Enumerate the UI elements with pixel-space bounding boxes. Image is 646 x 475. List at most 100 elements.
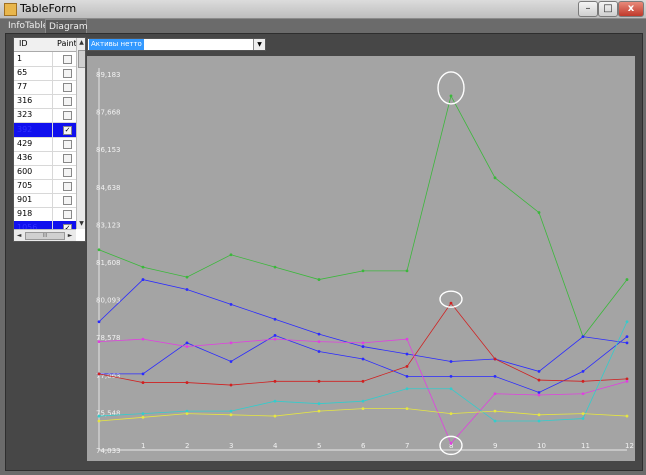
data-point bbox=[537, 211, 541, 214]
cell-divider bbox=[52, 193, 53, 207]
data-point bbox=[229, 253, 233, 257]
paint-checkbox[interactable] bbox=[63, 97, 72, 107]
paint-checkbox[interactable] bbox=[63, 181, 72, 191]
data-point bbox=[405, 352, 409, 356]
x-tick-label: 1 bbox=[141, 442, 145, 450]
app-icon bbox=[4, 3, 17, 16]
paint-checkbox[interactable] bbox=[63, 153, 72, 163]
column-header-id[interactable]: ID bbox=[19, 39, 28, 48]
table-row[interactable]: 918 bbox=[14, 207, 76, 223]
scroll-down-icon[interactable]: ▼ bbox=[78, 220, 85, 228]
scroll-left-icon[interactable]: ◄ bbox=[15, 231, 23, 240]
vertical-scrollbar[interactable]: ▲ ▼ bbox=[76, 38, 85, 229]
data-point bbox=[361, 379, 365, 383]
table-row[interactable]: 323 bbox=[14, 108, 76, 124]
close-button[interactable]: x bbox=[618, 1, 644, 17]
data-point bbox=[625, 379, 629, 383]
x-tick-label: 5 bbox=[317, 442, 321, 450]
x-tick-label: 2 bbox=[185, 442, 189, 450]
data-point bbox=[229, 341, 233, 345]
paint-checkbox[interactable] bbox=[63, 55, 72, 64]
paint-checkbox[interactable] bbox=[63, 210, 72, 220]
id-grid[interactable]: ID Paint 1 65 77 316 323 392 ✓ 429 436 600 705 901 9… bbox=[13, 37, 86, 242]
data-point bbox=[361, 407, 365, 411]
paint-checkbox[interactable] bbox=[63, 83, 72, 93]
table-row[interactable]: 705 bbox=[14, 178, 76, 194]
minimize-button[interactable]: – bbox=[578, 1, 598, 17]
table-row[interactable]: 392 ✓ bbox=[14, 122, 76, 138]
data-point bbox=[537, 413, 541, 417]
paint-checkbox[interactable]: ✓ bbox=[63, 125, 72, 135]
data-point bbox=[493, 357, 497, 361]
scroll-up-icon[interactable]: ▲ bbox=[78, 39, 85, 47]
data-point bbox=[537, 419, 541, 423]
data-point bbox=[493, 374, 497, 378]
table-row[interactable]: 901 bbox=[14, 193, 76, 208]
tab-diagram[interactable]: Diagram bbox=[45, 19, 88, 34]
horizontal-scroll-thumb[interactable]: III bbox=[25, 232, 65, 240]
row-id: 65 bbox=[17, 68, 28, 78]
row-id: 600 bbox=[17, 166, 33, 176]
data-point bbox=[625, 320, 629, 324]
table-row[interactable]: 77 bbox=[14, 80, 76, 96]
paint-checkbox[interactable] bbox=[63, 111, 72, 121]
data-point bbox=[97, 248, 101, 252]
table-row[interactable]: 1 bbox=[14, 52, 76, 67]
y-tick-label: 83,123 bbox=[96, 221, 121, 229]
table-row[interactable]: 429 bbox=[14, 136, 76, 152]
metric-select[interactable]: Активы нетто ▼ bbox=[87, 38, 266, 51]
table-row[interactable]: 600 bbox=[14, 164, 76, 180]
x-tick-label: 4 bbox=[273, 442, 278, 450]
x-tick-label: 10 bbox=[537, 442, 546, 450]
data-point bbox=[141, 415, 145, 419]
row-id: 323 bbox=[17, 110, 33, 120]
data-point bbox=[361, 269, 365, 273]
cell-divider bbox=[52, 52, 53, 66]
cell-divider bbox=[52, 108, 53, 123]
data-point bbox=[317, 402, 321, 406]
data-point bbox=[229, 409, 233, 413]
chart-svg: 89,183 87,668 86,153 84,638 83,123 81,608 80,0… bbox=[96, 68, 634, 456]
row-id: 1 bbox=[17, 54, 23, 63]
data-point bbox=[185, 288, 189, 291]
data-point bbox=[273, 334, 277, 337]
chevron-down-icon[interactable]: ▼ bbox=[253, 39, 265, 50]
grid-header: ID Paint bbox=[14, 38, 77, 52]
line-chart: 89,183 87,668 86,153 84,638 83,123 81,608 80,0… bbox=[87, 56, 635, 461]
table-row[interactable]: 65 bbox=[14, 66, 76, 82]
data-point bbox=[97, 372, 101, 376]
annotation-circle-green-peak bbox=[437, 71, 465, 105]
data-point bbox=[625, 278, 629, 281]
paint-checkbox[interactable] bbox=[63, 167, 72, 177]
data-point bbox=[449, 360, 453, 363]
scroll-right-icon[interactable]: ► bbox=[66, 231, 74, 240]
x-tick-label: 9 bbox=[493, 442, 497, 450]
cell-divider bbox=[52, 164, 53, 179]
series-line bbox=[98, 408, 628, 422]
title-bar[interactable]: TableForm – □ x bbox=[0, 0, 646, 19]
data-point bbox=[141, 278, 145, 281]
vertical-scroll-thumb[interactable] bbox=[78, 50, 85, 68]
table-row[interactable]: 316 bbox=[14, 94, 76, 110]
data-point bbox=[97, 419, 101, 423]
paint-checkbox[interactable] bbox=[63, 196, 72, 205]
data-point bbox=[317, 278, 321, 281]
data-point bbox=[273, 399, 277, 403]
data-point bbox=[361, 399, 365, 403]
x-tick-label: 11 bbox=[581, 442, 590, 450]
column-header-paint[interactable]: Paint bbox=[57, 39, 77, 48]
data-point bbox=[625, 341, 629, 345]
tab-infotable[interactable]: InfoTable bbox=[5, 19, 48, 33]
data-point bbox=[405, 374, 409, 378]
maximize-button[interactable]: □ bbox=[598, 1, 618, 17]
data-point bbox=[185, 341, 189, 345]
data-point bbox=[185, 381, 189, 384]
data-point bbox=[493, 176, 497, 180]
paint-checkbox[interactable] bbox=[63, 69, 72, 79]
data-point bbox=[361, 341, 365, 345]
paint-checkbox[interactable] bbox=[63, 139, 72, 149]
data-point bbox=[273, 379, 277, 383]
horizontal-scrollbar[interactable]: ◄ III ► bbox=[14, 229, 76, 241]
table-row[interactable]: 436 bbox=[14, 150, 76, 166]
data-point bbox=[625, 377, 629, 381]
